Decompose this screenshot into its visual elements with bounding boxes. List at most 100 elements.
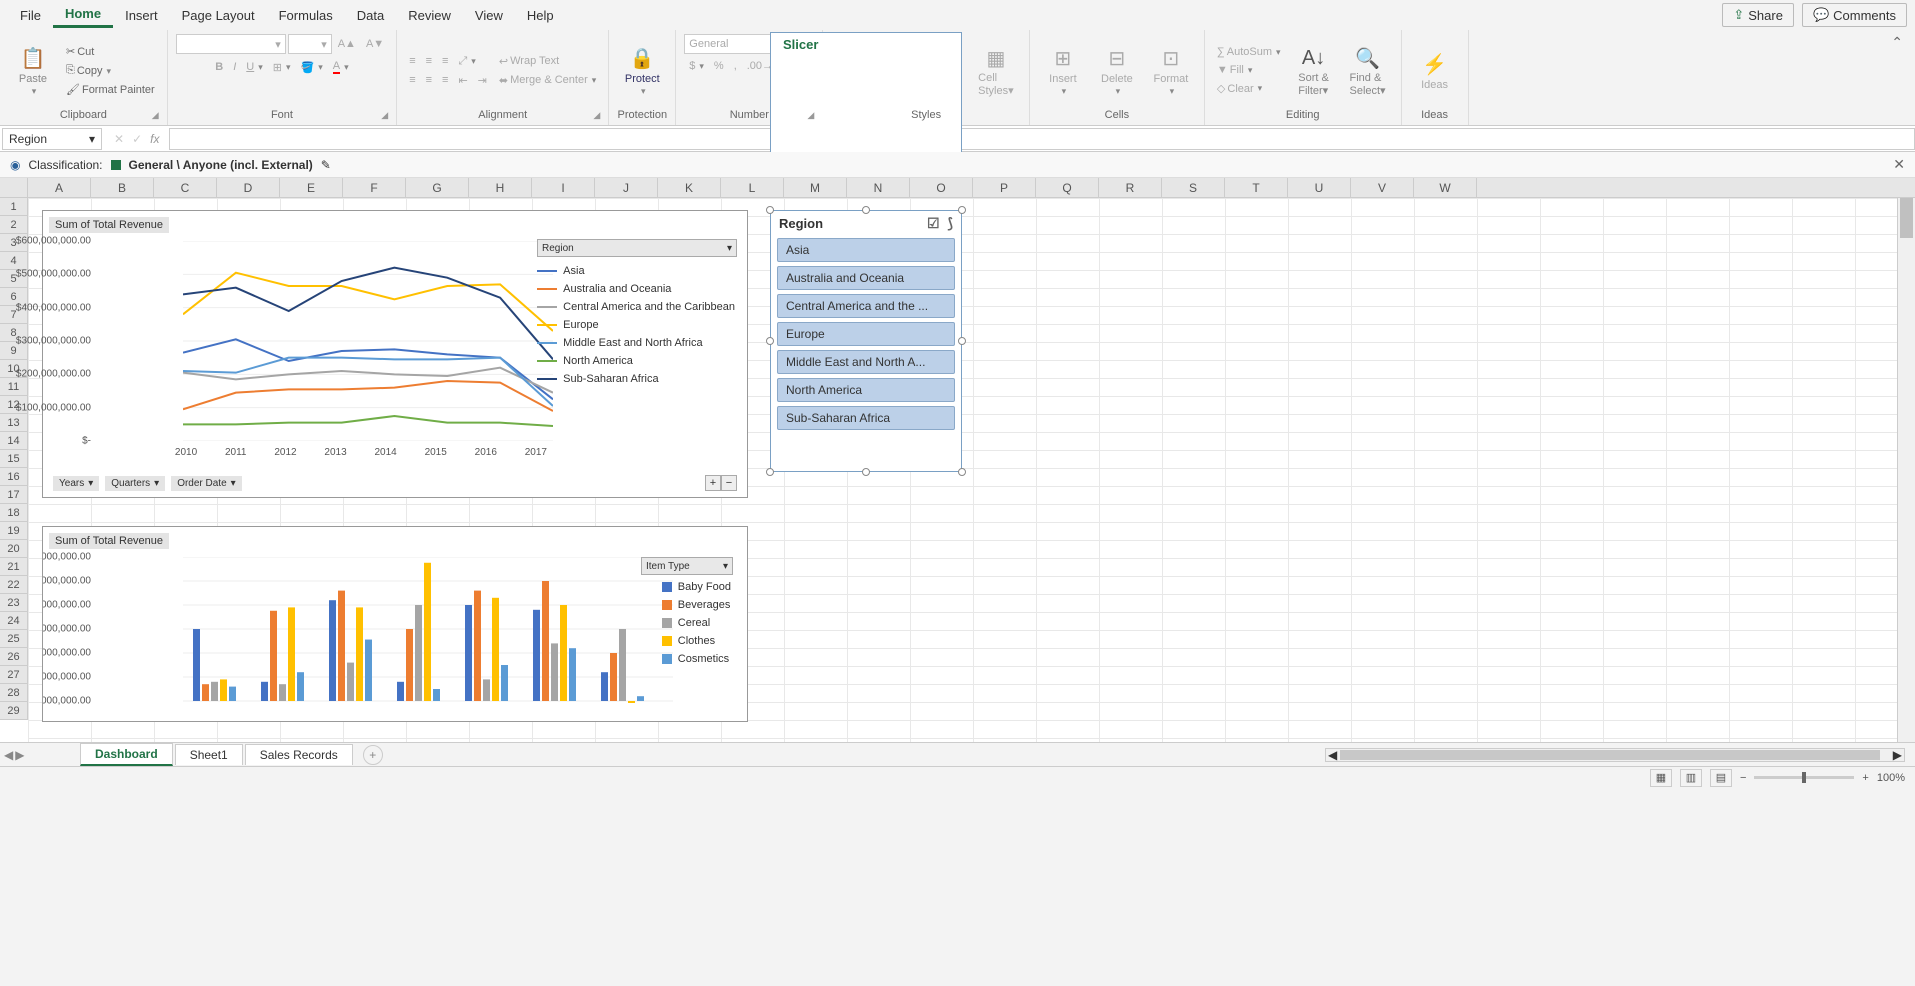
row-header[interactable]: 27 [0, 666, 28, 684]
col-header[interactable]: I [532, 178, 595, 197]
select-all-corner[interactable] [0, 178, 28, 197]
col-header[interactable]: G [406, 178, 469, 197]
chart-field-dropdown[interactable]: Region▾ [537, 239, 737, 257]
font-name-combo[interactable]: ▾ [176, 34, 286, 54]
row-header[interactable]: 23 [0, 594, 28, 612]
row-header[interactable]: 25 [0, 630, 28, 648]
orientation-button[interactable]: ⤢ [454, 53, 479, 70]
share-button[interactable]: ⇪Share [1722, 3, 1794, 27]
format-cells-button[interactable]: ⊡Format [1146, 43, 1196, 99]
row-header[interactable]: 17 [0, 486, 28, 504]
slicer-item[interactable]: Central America and the ... [777, 294, 955, 318]
sheet-tab-sheet1[interactable]: Sheet1 [175, 744, 243, 765]
col-header[interactable]: L [721, 178, 784, 197]
align-right-button[interactable]: ≡ [438, 72, 452, 88]
col-header[interactable]: F [343, 178, 406, 197]
chart-expand-button[interactable]: + [705, 475, 721, 491]
row-header[interactable]: 13 [0, 414, 28, 432]
cell-styles-button[interactable]: ▦CellStyles▾ [971, 42, 1021, 99]
sort-filter-button[interactable]: А↓Sort &Filter▾ [1289, 42, 1339, 99]
col-header[interactable]: K [658, 178, 721, 197]
row-header[interactable]: 1 [0, 198, 28, 216]
align-top-button[interactable]: ≡ [405, 53, 419, 69]
zoom-slider[interactable] [1754, 776, 1854, 779]
find-select-button[interactable]: 🔍Find &Select▾ [1343, 42, 1393, 99]
col-header[interactable]: N [847, 178, 910, 197]
align-bottom-button[interactable]: ≡ [438, 53, 452, 69]
name-box[interactable]: Region▾ [2, 128, 102, 150]
col-header[interactable]: U [1288, 178, 1351, 197]
col-header[interactable]: Q [1036, 178, 1099, 197]
percent-button[interactable]: % [710, 58, 728, 74]
col-header[interactable]: M [784, 178, 847, 197]
tab-review[interactable]: Review [396, 4, 463, 27]
col-header[interactable]: V [1351, 178, 1414, 197]
alignment-launcher[interactable]: ◢ [593, 110, 600, 121]
format-painter-button[interactable]: 🖌Format Painter [62, 81, 159, 98]
zoom-in-button[interactable]: + [1862, 772, 1868, 784]
align-left-button[interactable]: ≡ [405, 72, 419, 88]
slicer-item[interactable]: Australia and Oceania [777, 266, 955, 290]
insert-cells-button[interactable]: ⊞Insert [1038, 43, 1088, 99]
col-header[interactable]: H [469, 178, 532, 197]
row-header[interactable]: 26 [0, 648, 28, 666]
autosum-button[interactable]: ∑ AutoSum [1213, 44, 1285, 60]
chart-filter-years[interactable]: Years ▾ [53, 476, 99, 491]
tab-insert[interactable]: Insert [113, 4, 170, 27]
sheet-nav-prev-button[interactable]: ◀ [4, 748, 13, 762]
indent-decrease-button[interactable]: ⇤ [454, 72, 471, 89]
merge-center-button[interactable]: ⬌Merge & Center [495, 72, 600, 89]
fx-button[interactable]: fx [150, 132, 159, 146]
clipboard-launcher[interactable]: ◢ [152, 110, 159, 121]
border-button[interactable]: ⊞ [269, 59, 295, 76]
chart-collapse-button[interactable]: − [721, 475, 737, 491]
accept-formula-button[interactable]: ✓ [132, 132, 142, 146]
row-header[interactable]: 20 [0, 540, 28, 558]
row-header[interactable]: 14 [0, 432, 28, 450]
slicer-item[interactable]: Asia [777, 238, 955, 262]
row-header[interactable]: 21 [0, 558, 28, 576]
zoom-out-button[interactable]: − [1740, 772, 1746, 784]
pivot-chart-revenue-by-itemtype[interactable]: Sum of Total Revenue $500,000,000.00 $45… [42, 526, 748, 722]
clear-button[interactable]: ◇ Clear [1213, 80, 1285, 97]
row-header[interactable]: 16 [0, 468, 28, 486]
tab-home[interactable]: Home [53, 2, 113, 28]
slicer-item[interactable]: Sub-Saharan Africa [777, 406, 955, 430]
tab-help[interactable]: Help [515, 4, 566, 27]
sheet-nav-next-button[interactable]: ▶ [15, 748, 24, 762]
col-header[interactable]: R [1099, 178, 1162, 197]
new-sheet-button[interactable]: + [363, 745, 383, 765]
col-header[interactable]: B [91, 178, 154, 197]
collapse-ribbon-button[interactable]: ⌃ [1879, 30, 1915, 125]
tab-pagelayout[interactable]: Page Layout [170, 4, 267, 27]
row-header[interactable]: 11 [0, 378, 28, 396]
sheet-tab-sales[interactable]: Sales Records [245, 744, 353, 765]
number-launcher[interactable]: ◢ [807, 110, 814, 121]
accounting-format-button[interactable]: $ [685, 58, 708, 74]
pivot-chart-revenue-by-region[interactable]: Sum of Total Revenue $600,000,000.00 $50… [42, 210, 748, 498]
row-header[interactable]: 29 [0, 702, 28, 720]
row-header[interactable]: 18 [0, 504, 28, 522]
ideas-button[interactable]: ⚡Ideas [1410, 49, 1460, 93]
col-header[interactable]: C [154, 178, 217, 197]
protect-button[interactable]: 🔒 Protect [617, 43, 667, 99]
col-header[interactable]: E [280, 178, 343, 197]
slicer-item[interactable]: North America [777, 378, 955, 402]
row-header[interactable]: 4 [0, 252, 28, 270]
col-header[interactable]: A [28, 178, 91, 197]
slicer-clear-filter-button[interactable]: ⟆ [948, 215, 953, 232]
row-header[interactable]: 15 [0, 450, 28, 468]
slicer-item[interactable]: Middle East and North A... [777, 350, 955, 374]
slicer-multiselect-button[interactable]: ☑ [927, 215, 940, 232]
font-color-button[interactable]: A [329, 58, 353, 76]
comments-button[interactable]: 💬Comments [1802, 3, 1907, 27]
align-middle-button[interactable]: ≡ [422, 53, 436, 69]
cancel-formula-button[interactable]: ✕ [114, 132, 124, 146]
col-header[interactable]: S [1162, 178, 1225, 197]
vertical-scrollbar[interactable] [1897, 198, 1915, 742]
increase-font-button[interactable]: A▲ [334, 36, 360, 52]
decrease-font-button[interactable]: A▼ [362, 36, 388, 52]
row-header[interactable]: 22 [0, 576, 28, 594]
row-header[interactable]: 2 [0, 216, 28, 234]
col-header[interactable]: T [1225, 178, 1288, 197]
